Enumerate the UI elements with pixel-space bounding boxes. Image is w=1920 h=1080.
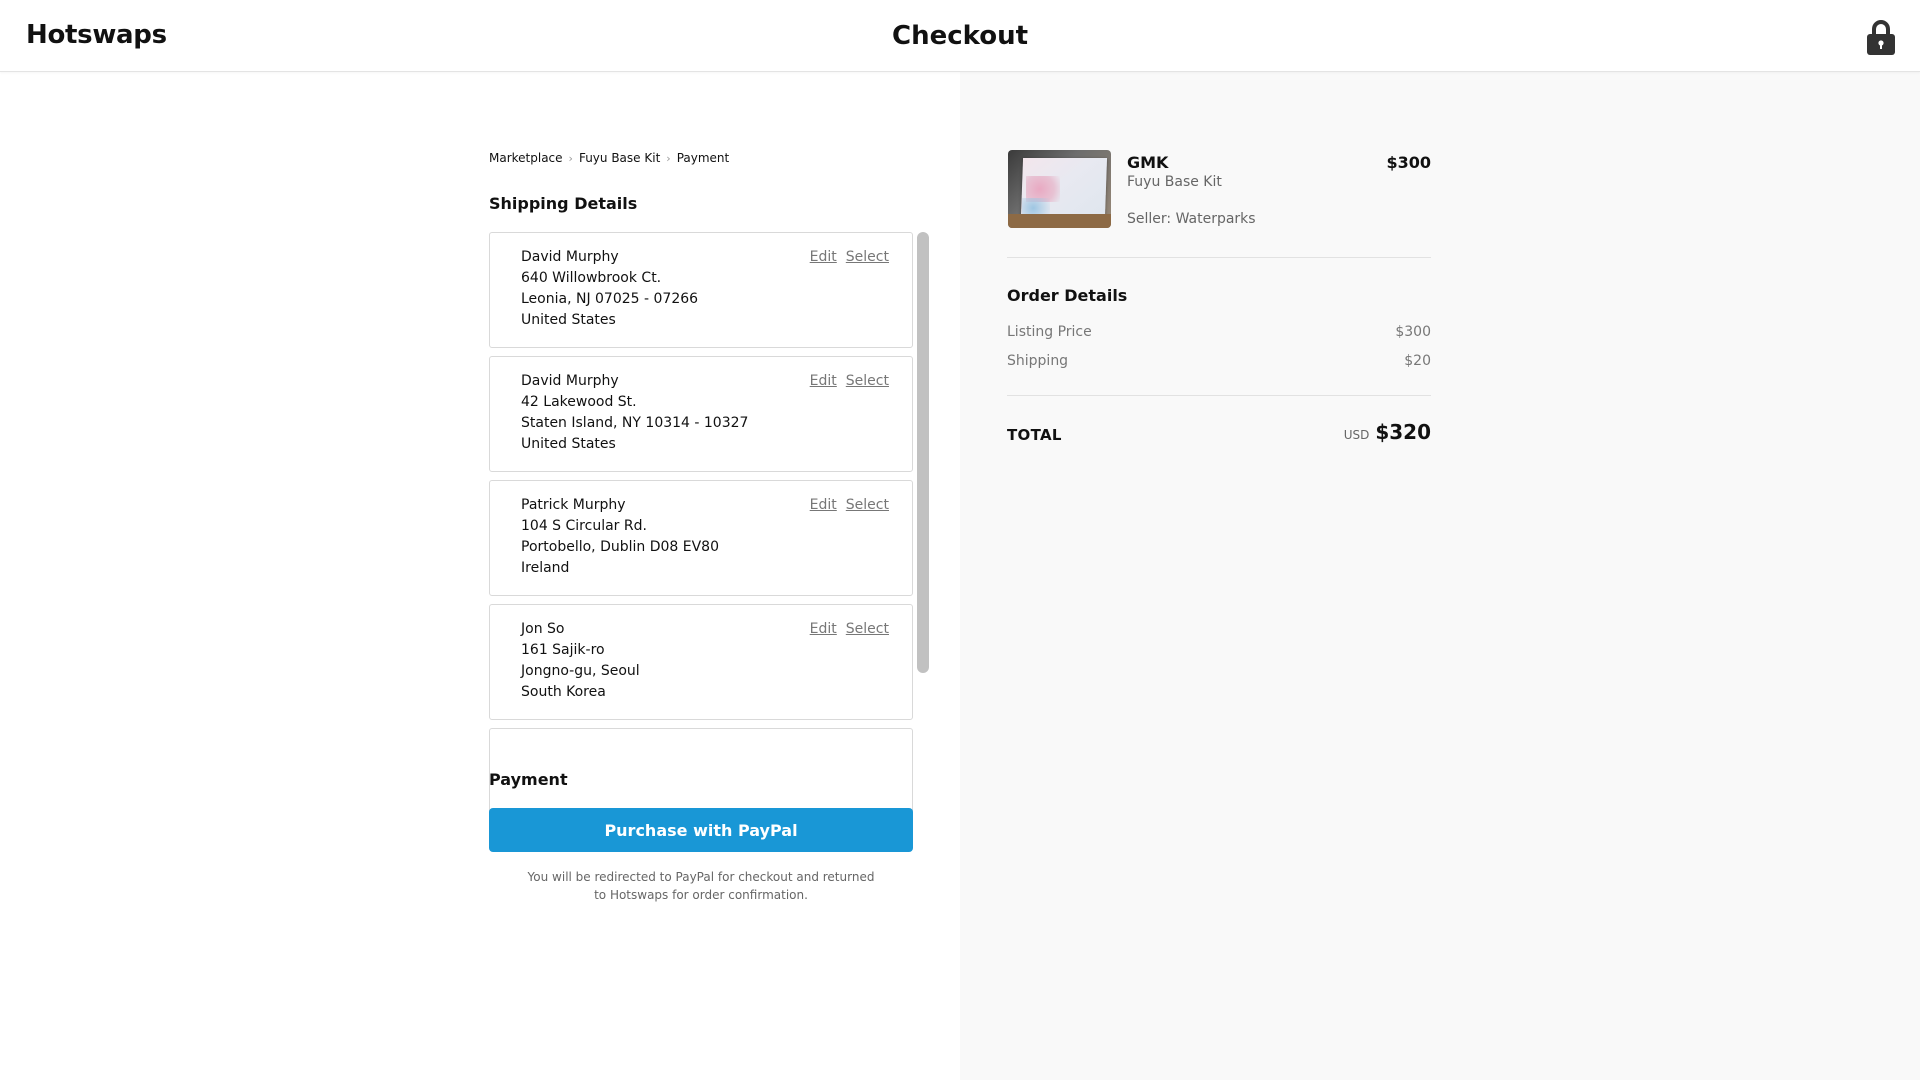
product-name: Fuyu Base Kit — [1127, 174, 1222, 190]
edit-address-link[interactable]: Edit — [810, 495, 837, 516]
select-address-link[interactable]: Select — [846, 247, 889, 268]
address-line2: Staten Island, NY 10314 - 10327 — [521, 415, 749, 431]
address-line2: Portobello, Dublin D08 EV80 — [521, 539, 719, 555]
top-header: Hotswaps Checkout — [0, 0, 1920, 72]
address-name: David Murphy — [521, 249, 619, 265]
address-name: David Murphy — [521, 373, 619, 389]
address-actions: Edit Select — [810, 247, 889, 268]
address-list[interactable]: David Murphy 640 Willowbrook Ct. Leonia,… — [489, 232, 929, 815]
address-lines: Jon So 161 Sajik-ro Jongno-gu, Seoul Sou… — [521, 619, 640, 703]
total-amount: $320 — [1375, 420, 1431, 444]
address-country: South Korea — [521, 684, 606, 700]
shipping-cost-value: $20 — [1404, 353, 1431, 369]
product-image — [1008, 150, 1111, 228]
listing-price-row: Listing Price $300 — [1007, 324, 1431, 340]
product-image-table — [1008, 214, 1111, 228]
address-lines: David Murphy 640 Willowbrook Ct. Leonia,… — [521, 247, 698, 331]
select-address-link[interactable]: Select — [846, 371, 889, 392]
address-line2: Leonia, NJ 07025 - 07266 — [521, 291, 699, 307]
purchase-with-paypal-button[interactable]: Purchase with PayPal — [489, 808, 913, 852]
total-value: USD $320 — [1344, 420, 1431, 444]
shipping-details-title: Shipping Details — [489, 194, 638, 213]
address-country: Ireland — [521, 560, 570, 576]
lock-icon — [1867, 20, 1895, 55]
edit-address-link[interactable]: Edit — [810, 247, 837, 268]
edit-address-link[interactable]: Edit — [810, 619, 837, 640]
product-seller: Seller: Waterparks — [1127, 211, 1256, 227]
total-row: TOTAL USD $320 — [1007, 420, 1431, 450]
address-country: United States — [521, 436, 616, 452]
select-address-link[interactable]: Select — [846, 495, 889, 516]
address-list-scrollbar[interactable] — [917, 232, 929, 673]
paypal-note-line1: You will be redirected to PayPal for che… — [527, 870, 875, 884]
select-address-link[interactable]: Select — [846, 619, 889, 640]
breadcrumb-payment[interactable]: Payment — [677, 151, 730, 165]
address-name: Patrick Murphy — [521, 497, 626, 513]
edit-address-link[interactable]: Edit — [810, 371, 837, 392]
chevron-right-icon: › — [568, 151, 573, 165]
address-line1: 104 S Circular Rd. — [521, 518, 647, 534]
address-actions: Edit Select — [810, 619, 889, 640]
listing-price-value: $300 — [1395, 324, 1431, 340]
payment-title: Payment — [489, 770, 568, 789]
address-lines: David Murphy 42 Lakewood St. Staten Isla… — [521, 371, 748, 455]
address-name: Jon So — [521, 621, 565, 637]
address-line2: Jongno-gu, Seoul — [521, 663, 640, 679]
total-divider — [1007, 395, 1431, 396]
address-country: United States — [521, 312, 616, 328]
currency-code: USD — [1343, 428, 1370, 442]
product-price: $300 — [1386, 153, 1431, 172]
address-card[interactable]: David Murphy 42 Lakewood St. Staten Isla… — [489, 356, 913, 472]
paypal-redirect-note: You will be redirected to PayPal for che… — [489, 868, 913, 904]
address-line1: 640 Willowbrook Ct. — [521, 270, 662, 286]
product-brand: GMK — [1127, 153, 1169, 172]
chevron-right-icon: › — [666, 151, 671, 165]
breadcrumb: Marketplace › Fuyu Base Kit › Payment — [489, 151, 729, 165]
address-actions: Edit Select — [810, 495, 889, 516]
shipping-cost-label: Shipping — [1007, 353, 1069, 369]
address-card[interactable]: Patrick Murphy 104 S Circular Rd. Portob… — [489, 480, 913, 596]
paypal-note-line2: to Hotswaps for order confirmation. — [594, 888, 808, 902]
address-card[interactable]: David Murphy 640 Willowbrook Ct. Leonia,… — [489, 232, 913, 348]
breadcrumb-marketplace[interactable]: Marketplace — [489, 151, 563, 165]
order-details-title: Order Details — [1007, 286, 1128, 305]
address-line1: 42 Lakewood St. — [521, 394, 637, 410]
total-label: TOTAL — [1007, 426, 1062, 444]
address-line1: 161 Sajik-ro — [521, 642, 605, 658]
shipping-cost-row: Shipping $20 — [1007, 353, 1431, 369]
listing-price-label: Listing Price — [1007, 324, 1092, 340]
page-title: Checkout — [891, 21, 1029, 51]
address-actions: Edit Select — [810, 371, 889, 392]
address-card[interactable]: Jon So 161 Sajik-ro Jongno-gu, Seoul Sou… — [489, 604, 913, 720]
breadcrumb-fuyu-base-kit[interactable]: Fuyu Base Kit — [579, 151, 660, 165]
address-lines: Patrick Murphy 104 S Circular Rd. Portob… — [521, 495, 719, 579]
summary-divider — [1007, 257, 1431, 258]
